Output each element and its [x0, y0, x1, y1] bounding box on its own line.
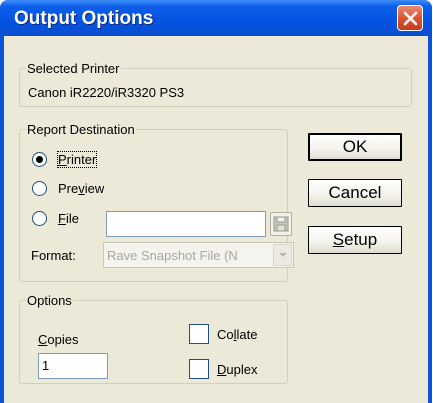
printer-radio[interactable]: [32, 151, 47, 167]
options-group: Options Copies 1 Collate Duplex: [19, 293, 288, 384]
output-options-dialog: Output Options Selected Printer Canon iR…: [0, 0, 432, 403]
selected-printer-legend: Selected Printer: [27, 61, 120, 76]
collate-checkbox[interactable]: [189, 324, 209, 344]
report-destination-legend: Report Destination: [27, 122, 135, 137]
cancel-button[interactable]: Cancel: [308, 179, 402, 207]
setup-button[interactable]: Setup: [308, 226, 402, 254]
duplex-label[interactable]: Duplex: [217, 362, 258, 377]
floppy-disk-icon: [273, 216, 289, 232]
title-bar[interactable]: Output Options: [0, 0, 432, 36]
dialog-body: Selected Printer Canon iR2220/iR3320 PS3…: [4, 36, 428, 403]
printer-radio-option[interactable]: Printer: [32, 150, 98, 168]
preview-radio-option[interactable]: Preview: [32, 179, 104, 197]
file-radio-option[interactable]: File: [32, 209, 79, 227]
format-dropdown-button[interactable]: [273, 244, 292, 266]
preview-radio[interactable]: [32, 180, 47, 196]
file-radio-label[interactable]: File: [58, 211, 79, 226]
preview-radio-label[interactable]: Preview: [58, 181, 104, 196]
format-select-value: Rave Snapshot File (N: [107, 248, 238, 263]
duplex-checkbox[interactable]: [189, 359, 209, 379]
copies-label: Copies: [38, 332, 79, 347]
close-button[interactable]: [397, 5, 423, 31]
options-legend: Options: [27, 293, 72, 308]
printer-name: Canon iR2220/iR3320 PS3: [28, 85, 185, 100]
format-label: Format:: [31, 248, 76, 263]
close-icon: [403, 11, 418, 26]
printer-radio-label[interactable]: Printer: [56, 150, 98, 168]
dialog-title: Output Options: [14, 8, 154, 29]
format-select[interactable]: Rave Snapshot File (N: [103, 242, 294, 268]
ok-button[interactable]: OK: [308, 133, 402, 161]
duplex-option[interactable]: Duplex: [189, 358, 258, 380]
copies-input[interactable]: 1: [38, 353, 108, 379]
file-path-input[interactable]: [106, 211, 266, 237]
chevron-down-icon: [279, 253, 287, 257]
browse-file-button[interactable]: [270, 212, 292, 236]
collate-option[interactable]: Collate: [189, 323, 258, 345]
selected-printer-group: Selected Printer Canon iR2220/iR3320 PS3: [19, 61, 412, 107]
report-destination-group: Report Destination Printer Preview File: [19, 122, 294, 282]
file-radio[interactable]: [32, 210, 47, 226]
collate-label[interactable]: Collate: [217, 327, 258, 342]
